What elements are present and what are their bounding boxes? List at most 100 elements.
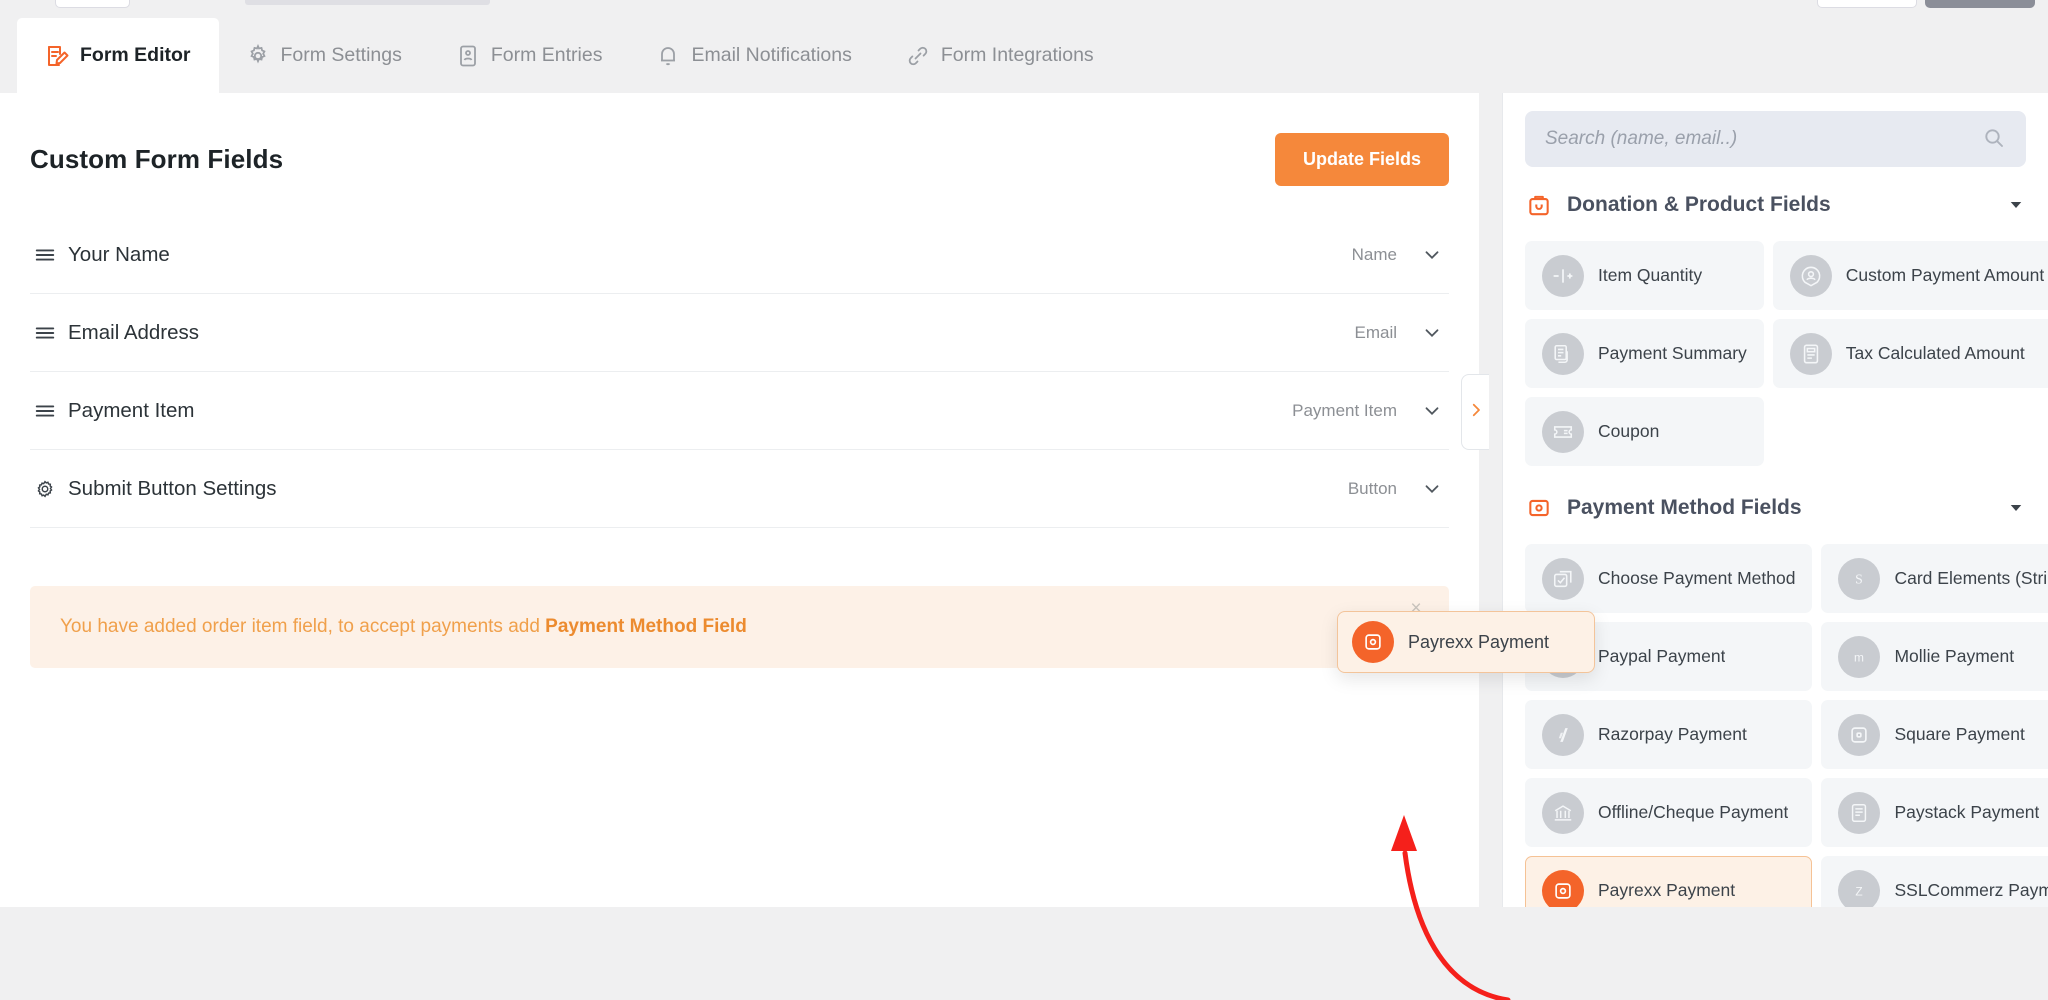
field-card-mollie-payment[interactable]: m Mollie Payment (1821, 622, 2048, 691)
drag-handle-icon[interactable] (34, 322, 68, 344)
field-card-label: SSLCommerz Payment (1894, 880, 2048, 900)
partial-button-right[interactable] (1817, 0, 1917, 8)
field-library-sidebar: Donation & Product Fields Item Quantity (1502, 93, 2048, 907)
notice-text-lead: You have added order item field, to acce… (60, 616, 546, 637)
stripe-icon: S (1838, 557, 1881, 600)
chevron-down-icon[interactable] (1419, 478, 1445, 500)
chevron-down-icon[interactable] (1419, 400, 1445, 422)
quantity-stepper-icon (1542, 254, 1584, 297)
svg-text:Z: Z (1856, 884, 1863, 898)
update-fields-button[interactable]: Update Fields (1274, 133, 1449, 186)
field-type: Payment Item (1292, 400, 1397, 420)
page-title: Custom Form Fields (30, 144, 284, 174)
drag-handle-icon[interactable] (34, 400, 68, 422)
sidebar-section-payment-method[interactable]: Payment Method Fields (1503, 476, 2048, 540)
document-icon (1789, 332, 1832, 375)
tab-form-settings[interactable]: Form Settings (219, 18, 429, 93)
field-card-label: Paystack Payment (1894, 802, 2040, 822)
form-editor-icon (45, 44, 69, 68)
tab-label: Form Editor (80, 44, 191, 66)
field-card-coupon[interactable]: Coupon (1525, 397, 1764, 466)
field-type: Button (1347, 478, 1397, 498)
sidebar-section-donation-product[interactable]: Donation & Product Fields (1503, 173, 2048, 237)
field-type: Email (1354, 322, 1397, 342)
field-card-offline-cheque-payment[interactable]: Offline/Cheque Payment (1525, 778, 1813, 847)
entries-icon (456, 44, 480, 68)
field-card-label: Mollie Payment (1894, 646, 2015, 666)
section-title: Donation & Product Fields (1567, 193, 1831, 216)
drag-preview-card[interactable]: Payrexx Payment (1337, 611, 1595, 673)
ticket-icon (1542, 410, 1584, 453)
shopping-bag-icon (1525, 191, 1553, 219)
payrexx-icon (1352, 621, 1394, 663)
bank-icon (1542, 791, 1584, 834)
field-card-square-payment[interactable]: Square Payment (1821, 700, 2048, 769)
tab-form-integrations[interactable]: Form Integrations (879, 18, 1121, 93)
chevron-down-icon[interactable] (2006, 196, 2026, 214)
field-card-custom-payment-amount[interactable]: Custom Payment Amount (1772, 241, 2048, 310)
field-card-paystack-payment[interactable]: Paystack Payment (1821, 778, 2048, 847)
field-card-label: Paypal Payment (1598, 646, 1726, 666)
razorpay-icon (1542, 713, 1584, 756)
section-title: Payment Method Fields (1567, 496, 1802, 519)
field-card-label: Offline/Cheque Payment (1598, 802, 1789, 822)
cog-icon (34, 478, 68, 500)
field-card-label: Square Payment (1894, 724, 2025, 744)
tab-form-entries[interactable]: Form Entries (429, 18, 630, 93)
field-label: Your Name (68, 242, 170, 266)
field-card-label: Tax Calculated Amount (1845, 343, 2025, 363)
tab-form-editor[interactable]: Form Editor (17, 18, 219, 93)
payment-method-field-grid: Choose Payment Method S Card Elements (S… (1503, 540, 2048, 907)
notice-text-strong: Payment Method Field (545, 616, 747, 637)
chevron-down-icon[interactable] (1419, 322, 1445, 344)
field-card-sslcommerz-payment[interactable]: Z SSLCommerz Payment (1821, 856, 2048, 907)
drag-preview-label: Payrexx Payment (1408, 631, 1550, 652)
table-row[interactable]: Submit Button Settings Button (30, 450, 1449, 528)
field-label: Submit Button Settings (68, 476, 277, 500)
field-card-choose-payment-method[interactable]: Choose Payment Method (1525, 544, 1813, 613)
field-card-razorpay-payment[interactable]: Razorpay Payment (1525, 700, 1813, 769)
form-editor-panel: Custom Form Fields Update Fields Your Na… (0, 93, 1479, 907)
chevron-down-icon[interactable] (1419, 244, 1445, 266)
search-bar (1503, 93, 2048, 173)
checkbox-icon (1542, 557, 1584, 600)
drag-handle-icon[interactable] (34, 244, 68, 266)
field-card-payment-summary[interactable]: Payment Summary (1525, 319, 1764, 388)
field-card-item-quantity[interactable]: Item Quantity (1525, 241, 1764, 310)
sslcommerz-icon: Z (1838, 869, 1881, 907)
field-card-card-elements-stripe[interactable]: S Card Elements (Stripe) (1821, 544, 2048, 613)
chevron-right-icon (1467, 401, 1485, 424)
field-card-label: Card Elements (Stripe) (1894, 568, 2048, 588)
svg-text:m: m (1855, 650, 1865, 664)
sidebar-collapse-handle[interactable] (1461, 374, 1489, 450)
table-row[interactable]: Payment Item Payment Item (30, 372, 1449, 450)
chevron-down-icon[interactable] (2006, 499, 2026, 517)
field-card-label: Custom Payment Amount (1845, 265, 2045, 285)
user-amount-icon (1789, 254, 1832, 297)
search-input[interactable] (1525, 111, 2026, 167)
tab-label: Form Integrations (940, 44, 1094, 66)
search-icon (1982, 126, 2006, 150)
top-chrome-strip (0, 0, 2048, 18)
paystack-icon (1838, 791, 1881, 834)
partial-button-dark[interactable] (1925, 0, 2035, 8)
field-card-label: Choose Payment Method (1598, 568, 1796, 588)
table-row[interactable]: Email Address Email (30, 294, 1449, 372)
partial-button-left[interactable] (55, 0, 130, 8)
tab-email-notifications[interactable]: Email Notifications (629, 18, 878, 93)
form-tab-bar: Form Editor Form Settings Form Entries E… (0, 18, 2048, 93)
field-label: Email Address (68, 320, 200, 344)
field-card-label: Payment Summary (1598, 343, 1747, 363)
summary-icon (1542, 332, 1584, 375)
donation-product-field-grid: Item Quantity Custom Payment Amount Paym… (1503, 237, 2048, 476)
field-card-label: Razorpay Payment (1598, 724, 1747, 744)
bell-icon (656, 44, 680, 68)
field-card-tax-calculated-amount[interactable]: Tax Calculated Amount (1772, 319, 2048, 388)
partial-toolbar-bar (245, 0, 490, 5)
panel-header: Custom Form Fields Update Fields (30, 93, 1449, 216)
field-card-payrexx-payment[interactable]: Payrexx Payment (1525, 856, 1813, 907)
field-label: Payment Item (68, 398, 195, 422)
tab-label: Email Notifications (691, 44, 852, 66)
tab-label: Form Settings (280, 44, 402, 66)
table-row[interactable]: Your Name Name (30, 216, 1449, 294)
